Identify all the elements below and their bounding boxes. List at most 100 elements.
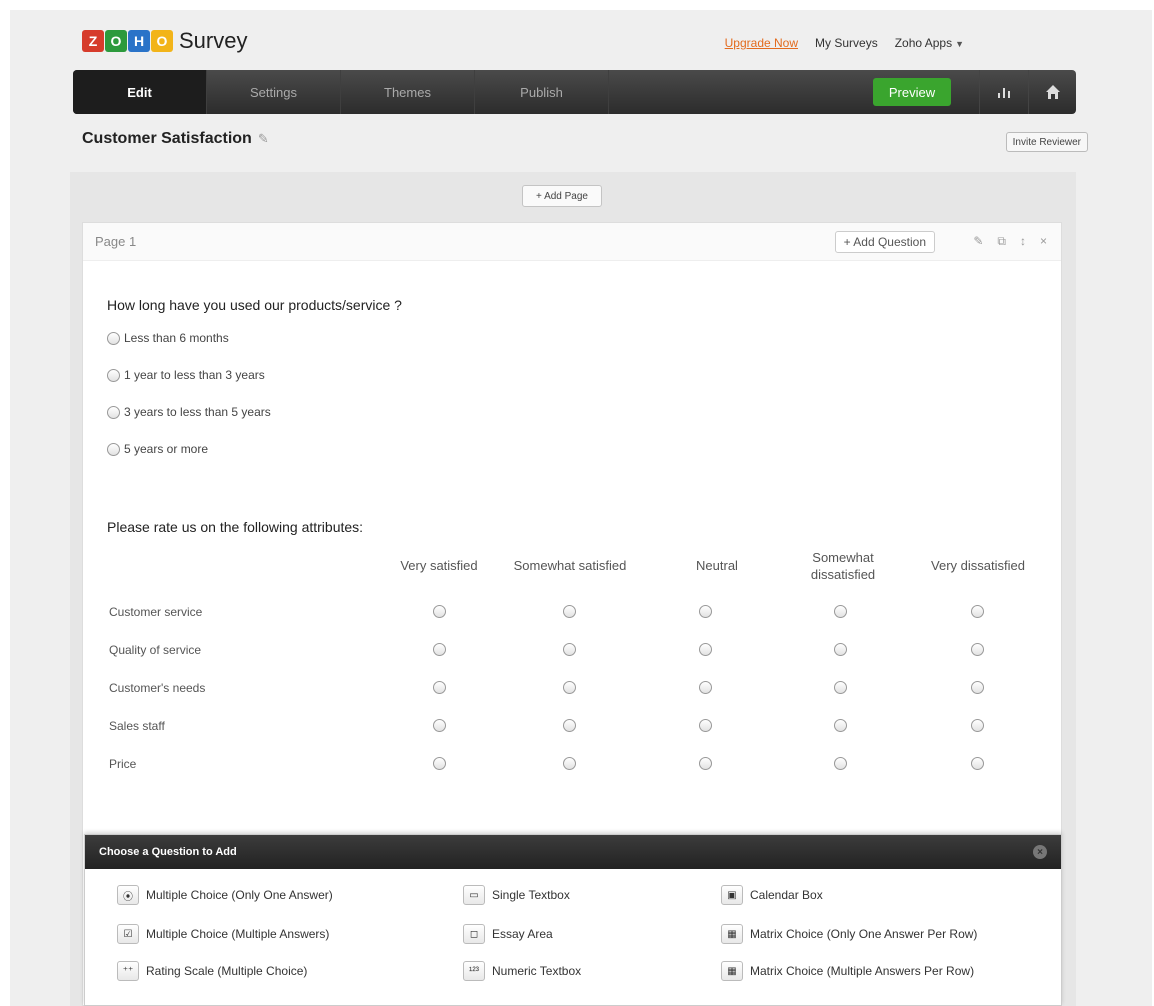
radio-button[interactable] xyxy=(433,643,446,656)
textarea-icon: ◻ xyxy=(463,924,485,944)
question-type-option[interactable]: ⁺⁺ Rating Scale (Multiple Choice) xyxy=(117,961,307,981)
question-type-label: Single Textbox xyxy=(492,888,570,902)
tab-publish[interactable]: Publish xyxy=(475,70,609,114)
option-label: 5 years or more xyxy=(124,442,209,456)
question-type-option[interactable]: ◻ Essay Area xyxy=(463,924,553,944)
logo-product-name: Survey xyxy=(179,28,248,53)
close-icon[interactable]: × xyxy=(1033,845,1047,859)
tab-settings[interactable]: Settings xyxy=(207,70,341,114)
chooser-header: Choose a Question to Add × xyxy=(85,835,1061,869)
my-surveys-link[interactable]: My Surveys xyxy=(815,36,878,50)
matrix-row: Quality of service xyxy=(107,641,1047,661)
radio-button[interactable] xyxy=(433,719,446,732)
radio-button[interactable] xyxy=(433,605,446,618)
invite-reviewer-button[interactable]: Invite Reviewer xyxy=(1005,132,1088,152)
radio-button[interactable] xyxy=(107,331,120,345)
radio-button[interactable] xyxy=(699,643,712,656)
radio-button[interactable] xyxy=(107,405,120,419)
radio-button[interactable] xyxy=(971,719,984,732)
radio-button[interactable] xyxy=(834,681,847,694)
question-type-option[interactable]: ¹²³ Numeric Textbox xyxy=(463,961,581,981)
question-type-option[interactable]: ▭ Single Textbox xyxy=(463,885,570,905)
delete-icon[interactable]: × xyxy=(1040,234,1047,249)
main-navbar: Edit Settings Themes Publish Preview xyxy=(73,70,1076,114)
matrix-row-label: Price xyxy=(109,757,137,771)
option-label: 3 years to less than 5 years xyxy=(124,405,271,419)
move-icon[interactable]: ↕ xyxy=(1020,234,1026,249)
radio-button[interactable] xyxy=(834,757,847,770)
matrix-row-label: Sales staff xyxy=(109,719,165,733)
add-page-button[interactable]: + Add Page xyxy=(522,185,602,207)
question-1: How long have you used our products/serv… xyxy=(107,297,402,475)
logo-letter: O xyxy=(151,30,173,52)
matrix-column-header: Neutral xyxy=(696,558,738,573)
radio-button[interactable] xyxy=(563,719,576,732)
textbox-icon: ▭ xyxy=(463,885,485,905)
logo-letter: H xyxy=(128,30,150,52)
chevron-down-icon: ▼ xyxy=(955,39,964,49)
home-icon[interactable] xyxy=(1028,70,1076,114)
zoho-apps-menu[interactable]: Zoho Apps ▼ xyxy=(895,36,964,50)
question-type-option[interactable]: ▣ Calendar Box xyxy=(721,885,823,905)
radio-button[interactable] xyxy=(971,681,984,694)
edit-icon[interactable]: ✎ xyxy=(973,234,983,249)
copy-icon[interactable]: ⧉ xyxy=(997,234,1006,249)
question-type-label: Rating Scale (Multiple Choice) xyxy=(146,964,308,978)
tab-edit[interactable]: Edit xyxy=(73,70,207,114)
matrix-row-label: Customer service xyxy=(109,605,203,619)
checkbox-icon: ☑ xyxy=(117,924,139,944)
option-label: 1 year to less than 3 years xyxy=(124,368,265,382)
radio-button[interactable] xyxy=(971,643,984,656)
radio-option[interactable]: 3 years to less than 5 years xyxy=(107,401,402,423)
tab-themes[interactable]: Themes xyxy=(341,70,475,114)
question-type-option[interactable]: ⦿ Multiple Choice (Only One Answer) xyxy=(117,885,333,905)
top-links: Upgrade Now My Surveys Zoho Apps ▼ xyxy=(725,36,964,50)
radio-button[interactable] xyxy=(433,757,446,770)
option-label: Less than 6 months xyxy=(124,331,229,345)
question-2: Please rate us on the following attribut… xyxy=(107,519,1047,771)
matrix-multi-icon: ▦ xyxy=(721,961,743,981)
radio-button[interactable] xyxy=(107,442,120,456)
radio-icon: ⦿ xyxy=(117,885,139,905)
question-text: How long have you used our products/serv… xyxy=(107,297,402,313)
matrix-row-label: Quality of service xyxy=(109,643,202,657)
radio-option[interactable]: 1 year to less than 3 years xyxy=(107,364,402,386)
radio-button[interactable] xyxy=(563,643,576,656)
matrix-row: Price xyxy=(107,755,1047,775)
radio-button[interactable] xyxy=(699,605,712,618)
radio-button[interactable] xyxy=(699,719,712,732)
question-type-option[interactable]: ▦ Matrix Choice (Only One Answer Per Row) xyxy=(721,924,977,944)
radio-button[interactable] xyxy=(834,643,847,656)
zoho-survey-logo[interactable]: Z O H O Survey xyxy=(82,26,247,56)
upgrade-now-link[interactable]: Upgrade Now xyxy=(725,36,798,50)
question-type-label: Multiple Choice (Only One Answer) xyxy=(146,888,333,902)
radio-button[interactable] xyxy=(107,368,120,382)
survey-title-text: Customer Satisfaction xyxy=(82,130,252,147)
preview-button[interactable]: Preview xyxy=(873,78,951,106)
radio-button[interactable] xyxy=(563,757,576,770)
add-question-button[interactable]: + Add Question xyxy=(834,231,935,253)
radio-button[interactable] xyxy=(971,605,984,618)
radio-button[interactable] xyxy=(699,757,712,770)
radio-option[interactable]: 5 years or more xyxy=(107,438,402,460)
radio-button[interactable] xyxy=(834,719,847,732)
radio-option[interactable]: Less than 6 months xyxy=(107,327,402,349)
radio-button[interactable] xyxy=(563,681,576,694)
question-type-chooser: Choose a Question to Add × ⦿ Multiple Cho… xyxy=(84,834,1062,1006)
calendar-icon: ▣ xyxy=(721,885,743,905)
radio-button[interactable] xyxy=(834,605,847,618)
question-type-option[interactable]: ☑ Multiple Choice (Multiple Answers) xyxy=(117,924,329,944)
question-text: Please rate us on the following attribut… xyxy=(107,519,364,535)
radio-button[interactable] xyxy=(563,605,576,618)
radio-button[interactable] xyxy=(433,681,446,694)
question-type-label: Numeric Textbox xyxy=(492,964,582,978)
question-type-label: Calendar Box xyxy=(750,888,823,902)
matrix-column-header: Somewhat satisfied xyxy=(513,558,627,573)
reports-icon[interactable] xyxy=(979,70,1027,114)
chooser-title: Choose a Question to Add xyxy=(99,846,237,858)
question-type-label: Matrix Choice (Multiple Answers Per Row) xyxy=(750,964,975,978)
radio-button[interactable] xyxy=(699,681,712,694)
radio-button[interactable] xyxy=(971,757,984,770)
question-type-option[interactable]: ▦ Matrix Choice (Multiple Answers Per Row… xyxy=(721,961,974,981)
edit-title-icon[interactable]: ✎ xyxy=(258,131,269,147)
